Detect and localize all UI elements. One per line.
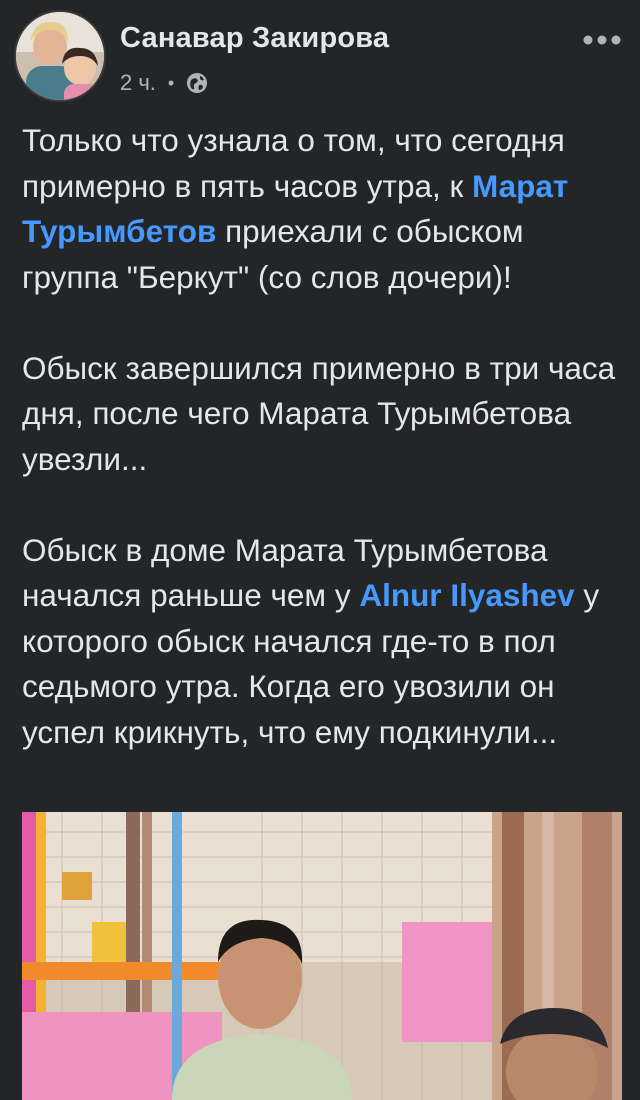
- photo-image: [22, 812, 622, 1100]
- avatar-photo: [16, 12, 104, 100]
- more-horizontal-icon: [583, 35, 621, 45]
- paragraph: Обыск в доме Марата Турымбетова начался …: [22, 528, 622, 756]
- paragraph: Только что узнала о том, что сегодня при…: [22, 118, 622, 300]
- post-text: Только что узнала о том, что сегодня при…: [22, 118, 622, 801]
- post-time[interactable]: 2 ч.: [120, 70, 156, 96]
- meta-separator: •: [167, 72, 175, 93]
- globe-icon: [186, 72, 208, 94]
- author-name[interactable]: Санавар Закирова: [120, 22, 389, 55]
- mention-link[interactable]: Alnur Ilyashev: [359, 577, 574, 613]
- more-options-button[interactable]: [578, 20, 626, 60]
- text-run: Обыск завершился примерно в три часа дня…: [22, 349, 616, 477]
- paragraph: Обыск завершился примерно в три часа дня…: [22, 346, 622, 483]
- post-header: Санавар Закирова 2 ч. •: [0, 0, 640, 110]
- author-avatar[interactable]: [14, 10, 106, 102]
- post-meta: 2 ч. •: [120, 68, 208, 98]
- post-photo[interactable]: [22, 812, 622, 1100]
